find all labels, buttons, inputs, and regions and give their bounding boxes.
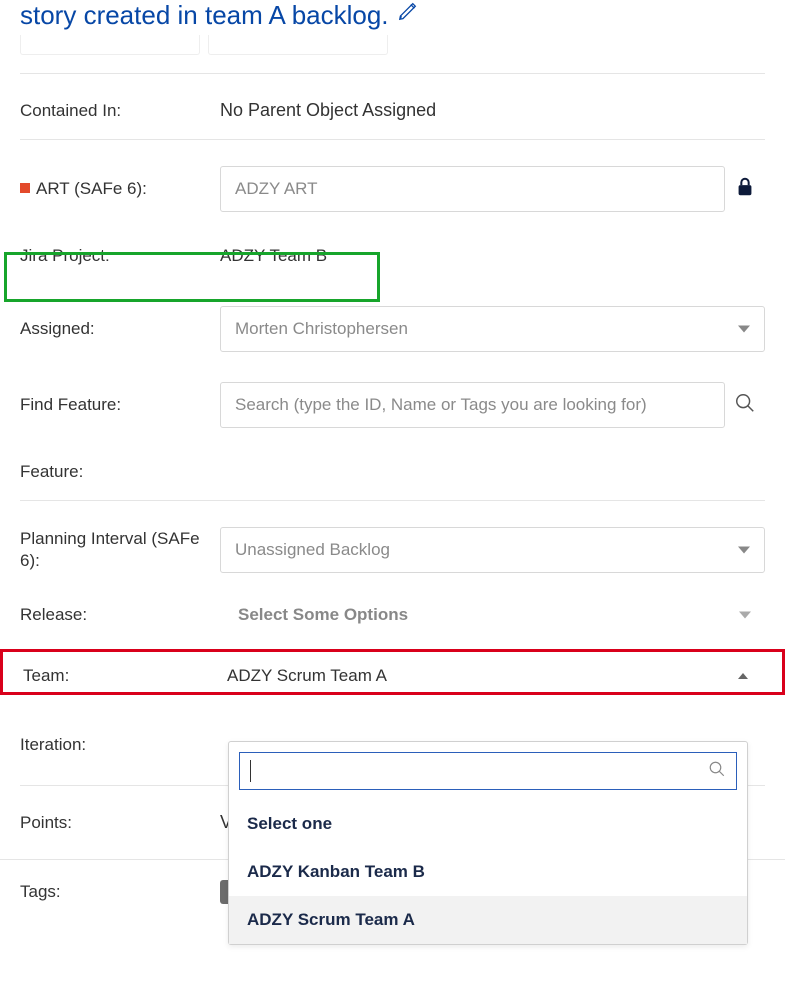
contained-in-value: No Parent Object Assigned	[220, 100, 436, 121]
search-icon[interactable]	[734, 392, 756, 419]
chevron-down-icon	[739, 612, 751, 619]
chevron-down-icon	[738, 547, 750, 554]
team-dropdown-search-input[interactable]	[239, 752, 737, 790]
find-feature-label: Find Feature:	[20, 395, 220, 415]
chevron-down-icon	[738, 326, 750, 333]
art-field[interactable]: ADZY ART	[220, 166, 725, 212]
contained-in-label: Contained In:	[20, 101, 220, 121]
feature-label: Feature:	[20, 462, 220, 482]
team-dropdown[interactable]: ADZY Scrum Team A	[227, 666, 762, 686]
team-dropdown-option[interactable]: ADZY Scrum Team A	[229, 896, 747, 944]
team-label: Team:	[15, 666, 227, 686]
jira-project-value: ADZY Team B	[220, 246, 327, 266]
page-title: story created in team A backlog.	[20, 0, 389, 31]
assigned-dropdown[interactable]: Morten Christophersen	[220, 306, 765, 352]
edit-pencil-icon[interactable]	[397, 0, 419, 27]
ghost-box	[20, 35, 200, 55]
jira-project-label: Jira Project:	[20, 246, 220, 266]
release-label: Release:	[20, 605, 220, 625]
release-dropdown[interactable]: Select Some Options	[220, 601, 765, 629]
iteration-label: Iteration:	[20, 735, 220, 755]
search-icon	[708, 760, 726, 783]
text-cursor	[250, 760, 251, 782]
team-dropdown-option[interactable]: ADZY Kanban Team B	[229, 848, 747, 896]
assigned-label: Assigned:	[20, 319, 220, 339]
team-highlight-box: Team: ADZY Scrum Team A	[0, 649, 785, 695]
team-dropdown-panel: Select one ADZY Kanban Team B ADZY Scrum…	[228, 741, 748, 945]
art-label: ART (SAFe 6):	[20, 179, 220, 199]
find-feature-input[interactable]: Search (type the ID, Name or Tags you ar…	[220, 382, 725, 428]
ghost-box	[208, 35, 388, 55]
team-dropdown-select-one[interactable]: Select one	[229, 800, 747, 848]
chevron-up-icon	[738, 673, 748, 679]
planning-interval-dropdown[interactable]: Unassigned Backlog	[220, 527, 765, 573]
tab-placeholder-row	[0, 35, 785, 55]
lock-icon	[734, 176, 756, 203]
required-indicator-icon	[20, 183, 30, 193]
points-label: Points:	[20, 813, 220, 833]
tags-label: Tags:	[20, 882, 220, 902]
planning-interval-label: Planning Interval (SAFe 6):	[20, 528, 220, 572]
